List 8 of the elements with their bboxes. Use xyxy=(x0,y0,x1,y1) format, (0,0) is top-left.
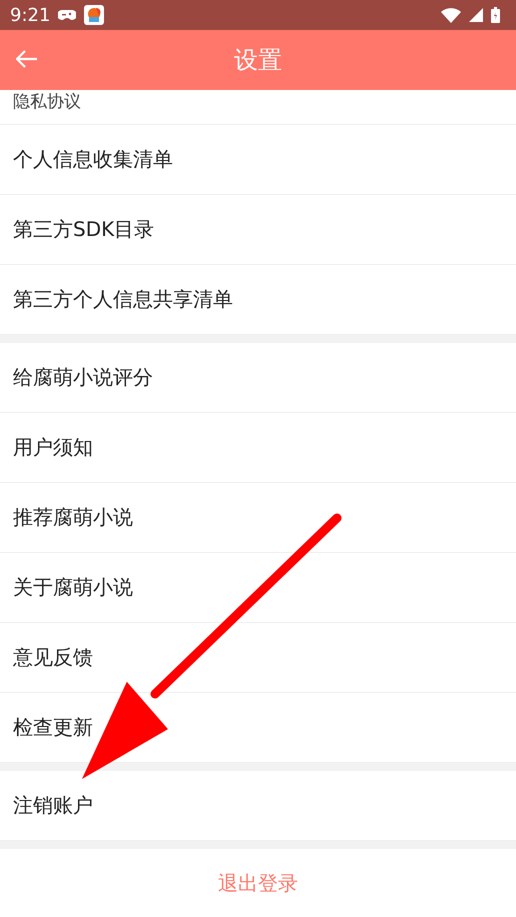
battery-icon xyxy=(491,7,500,23)
page-title: 设置 xyxy=(234,45,282,76)
wifi-icon xyxy=(441,8,461,22)
back-arrow-icon xyxy=(16,50,38,68)
gamepad-icon xyxy=(58,9,76,21)
settings-item[interactable]: 隐私协议 xyxy=(0,90,516,125)
signal-icon xyxy=(469,8,483,22)
status-time: 9:21 xyxy=(10,4,50,26)
